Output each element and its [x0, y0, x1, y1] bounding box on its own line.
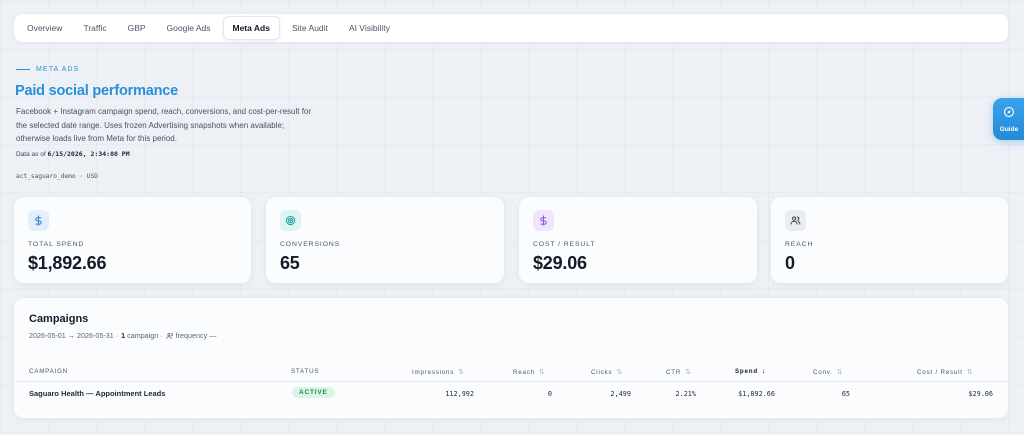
- cell-cost-per-result: $29.06: [968, 390, 993, 398]
- tab-gbp[interactable]: GBP: [119, 17, 155, 39]
- cell-spend: $1,892.66: [738, 390, 775, 398]
- eyebrow-label: META ADS: [36, 66, 80, 73]
- cell-impressions: 112,992: [445, 390, 474, 398]
- kpi-label: COST / RESULT: [533, 241, 596, 248]
- tab-google-ads[interactable]: Google Ads: [158, 17, 220, 39]
- sort-icon: ⇅: [836, 369, 844, 376]
- kpi-card-total-spend: TOTAL SPEND $1,892.66: [13, 196, 252, 284]
- table-row[interactable]: Saguaro Health — Appointment Leads ACTIV…: [14, 383, 1008, 405]
- cell-ctr: 2.21%: [675, 390, 696, 398]
- page-description: Facebook + Instagram campaign spend, rea…: [16, 107, 312, 143]
- kpi-value: $29.06: [533, 253, 587, 273]
- target-icon: [280, 210, 301, 231]
- eyebrow-line: [16, 69, 30, 70]
- campaigns-subtitle: 2026-05-01 → 2026-05-31 · 1 campaign · f…: [29, 331, 216, 340]
- status-badge: ACTIVE: [292, 387, 335, 398]
- sort-icon: ⇅: [458, 369, 465, 376]
- frequency-icon: [166, 332, 174, 340]
- dollar-icon: [28, 210, 49, 231]
- column-header-clicks[interactable]: Clicks ⇅: [591, 368, 623, 377]
- dollar-icon: [533, 210, 554, 231]
- campaign-count: 1: [121, 331, 126, 340]
- sort-icon: ⇅: [966, 369, 974, 376]
- sort-icon: ⇅: [685, 369, 692, 376]
- kpi-card-reach: REACH 0: [770, 196, 1009, 284]
- guide-button[interactable]: Guide: [993, 98, 1024, 140]
- table-header: CAMPAIGN STATUS Impressions ⇅ Reach ⇅ Clic…: [14, 363, 1008, 382]
- frequency-label: frequency —: [175, 331, 217, 340]
- column-header-impressions[interactable]: Impressions ⇅: [412, 368, 465, 377]
- cell-clicks: 2,499: [610, 390, 631, 398]
- page-title: Paid social performance: [15, 83, 179, 99]
- tab-site-audit[interactable]: Site Audit: [283, 17, 337, 39]
- compass-icon: [1003, 105, 1015, 123]
- tab-ai-visibility[interactable]: AI Visibility: [340, 17, 399, 39]
- campaigns-date-range: 2026-05-01 → 2026-05-31 ·: [29, 331, 119, 340]
- campaign-name: Saguaro Health — Appointment Leads: [29, 389, 166, 398]
- column-header-spend[interactable]: Spend ↓: [735, 368, 766, 375]
- column-header-status: STATUS: [291, 368, 320, 375]
- kpi-value: 0: [785, 253, 795, 273]
- column-header-campaign: CAMPAIGN: [29, 368, 68, 375]
- campaigns-title: Campaigns: [29, 313, 89, 325]
- tab-traffic[interactable]: Traffic: [74, 17, 115, 39]
- data-as-of: Data as of 6/15/2026, 2:34:08 PM: [16, 150, 130, 158]
- kpi-label: REACH: [785, 241, 814, 248]
- sort-desc-icon: ↓: [761, 368, 767, 375]
- campaign-count-label: campaign ·: [127, 331, 163, 340]
- kpi-label: TOTAL SPEND: [28, 241, 85, 248]
- column-header-conversions[interactable]: Conv. ⇅: [813, 368, 844, 377]
- sort-icon: ⇅: [538, 369, 546, 376]
- kpi-card-cost-per-result: COST / RESULT $29.06: [518, 196, 758, 284]
- cell-conversions: 65: [841, 390, 850, 398]
- sort-icon: ⇅: [616, 369, 623, 376]
- kpi-card-conversions: CONVERSIONS 65: [265, 196, 505, 284]
- kpi-value: $1,892.66: [28, 253, 107, 273]
- tab-meta-ads[interactable]: Meta Ads: [222, 16, 280, 40]
- guide-label: Guide: [999, 126, 1019, 133]
- tab-bar: Overview Traffic GBP Google Ads Meta Ads…: [13, 13, 1009, 43]
- data-as-of-label: Data as of: [16, 151, 46, 158]
- tab-overview[interactable]: Overview: [18, 17, 71, 39]
- kpi-label: CONVERSIONS: [280, 241, 341, 248]
- kpi-value: 65: [280, 253, 300, 273]
- cell-reach: 0: [547, 390, 552, 398]
- account-id: act_saguaro_demo · USD: [16, 173, 98, 180]
- users-icon: [785, 210, 806, 231]
- column-header-reach[interactable]: Reach ⇅: [513, 368, 546, 377]
- campaigns-panel: Campaigns 2026-05-01 → 2026-05-31 · 1 ca…: [13, 297, 1009, 419]
- section-eyebrow: META ADS: [16, 66, 79, 73]
- column-header-ctr[interactable]: CTR ⇅: [666, 368, 692, 377]
- data-as-of-timestamp: 6/15/2026, 2:34:08 PM: [47, 150, 130, 158]
- column-header-cost-per-result[interactable]: Cost / Result ⇅: [917, 368, 974, 377]
